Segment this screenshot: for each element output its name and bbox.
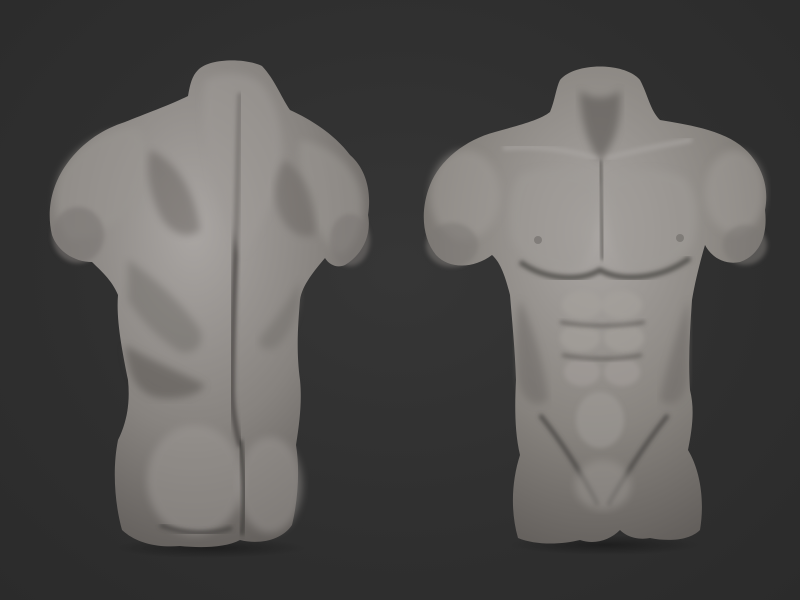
front-left-nipple	[534, 236, 542, 244]
back-left-glute	[147, 425, 243, 535]
torso-front-model	[423, 66, 767, 555]
sculpt-render	[49, 60, 767, 558]
torso-back-model	[49, 60, 370, 558]
back-right-arm-stump	[330, 214, 370, 266]
render-viewport	[0, 0, 800, 600]
front-right-deltoid	[705, 150, 765, 234]
back-left-arm-stump	[52, 207, 104, 263]
front-left-arm-stump	[426, 223, 478, 267]
back-right-glute	[238, 437, 302, 533]
front-right-nipple	[676, 234, 684, 242]
front-pelvis	[575, 460, 631, 510]
front-right-arm-stump	[723, 225, 767, 265]
